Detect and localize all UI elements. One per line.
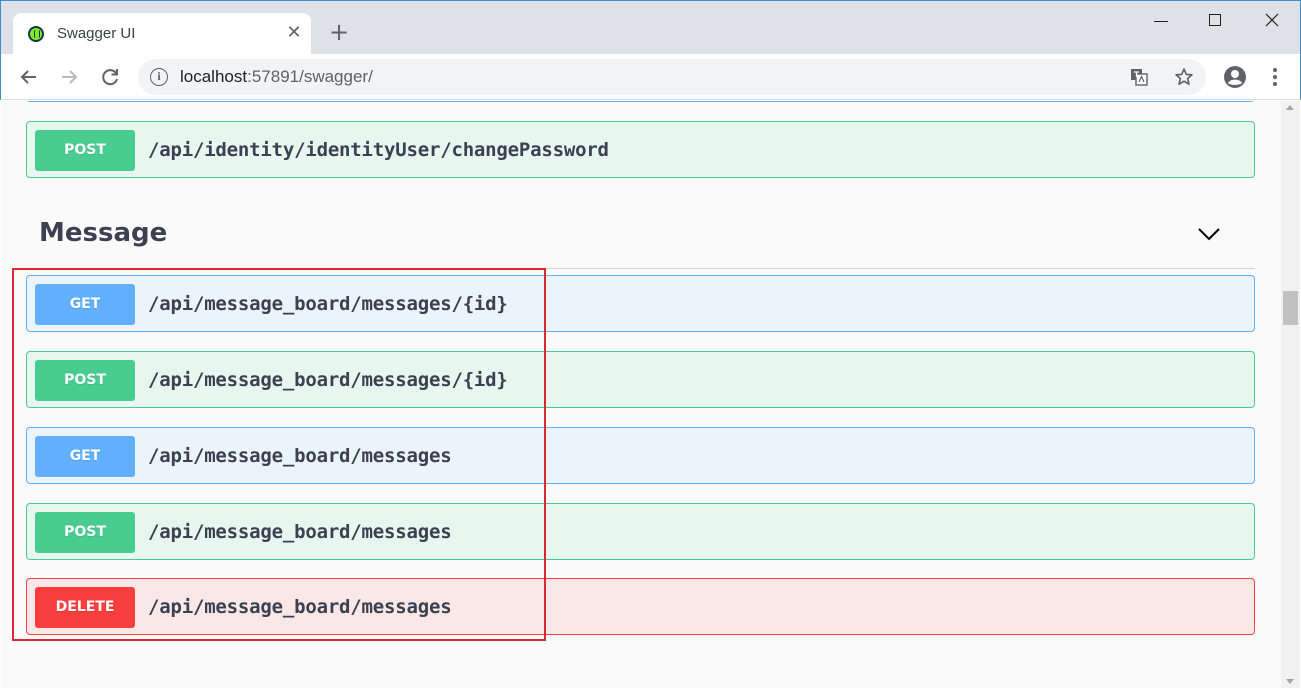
operation-post-messages[interactable]: POST /api/message_board/messages [26, 503, 1255, 560]
operation-delete-messages[interactable]: DELETE /api/message_board/messages [26, 578, 1255, 635]
favicon-icon [28, 26, 44, 42]
menu-icon[interactable] [1261, 63, 1289, 91]
operation-path: /api/message_board/messages/{id} [148, 293, 508, 315]
minimize-icon[interactable] [1138, 7, 1184, 35]
method-badge: POST [35, 130, 135, 171]
method-badge: GET [35, 436, 135, 477]
operation-get-messages[interactable]: GET /api/message_board/messages [26, 427, 1255, 484]
operation-change-password[interactable]: POST /api/identity/identityUser/changePa… [26, 121, 1255, 178]
maximize-icon[interactable] [1192, 7, 1238, 35]
previous-operation-edge [26, 101, 1255, 102]
scroll-down-arrow-icon[interactable] [1286, 679, 1294, 684]
reload-icon[interactable] [96, 63, 124, 91]
bookmark-star-icon[interactable] [1174, 67, 1194, 87]
browser-toolbar: i localhost:57891/swagger/ [0, 54, 1301, 100]
swagger-page: POST /api/identity/identityUser/changePa… [1, 101, 1281, 688]
new-tab-icon[interactable]: + [327, 20, 351, 44]
operation-post-message-by-id[interactable]: POST /api/message_board/messages/{id} [26, 351, 1255, 408]
tag-title: Message [39, 218, 168, 248]
scroll-thumb[interactable] [1283, 291, 1298, 325]
operation-path: /api/identity/identityUser/changePasswor… [148, 139, 609, 161]
tab-title: Swagger UI [57, 25, 136, 42]
operation-path: /api/message_board/messages [148, 521, 452, 543]
operation-path: /api/message_board/messages/{id} [148, 369, 508, 391]
back-icon[interactable] [15, 63, 43, 91]
operation-path: /api/message_board/messages [148, 596, 452, 618]
method-badge: DELETE [35, 587, 135, 628]
method-badge: POST [35, 512, 135, 553]
url-host: localhost [180, 67, 248, 86]
close-icon[interactable]: ✕ [283, 22, 305, 44]
forward-icon[interactable] [55, 63, 83, 91]
translate-icon[interactable] [1130, 68, 1148, 86]
method-badge: POST [35, 360, 135, 401]
operation-get-message-by-id[interactable]: GET /api/message_board/messages/{id} [26, 275, 1255, 332]
window-close-icon[interactable] [1249, 7, 1295, 35]
scroll-up-arrow-icon[interactable] [1286, 105, 1294, 110]
url-path: :57891/swagger/ [247, 67, 373, 86]
address-bar[interactable]: i localhost:57891/swagger/ [138, 59, 1206, 95]
method-badge: GET [35, 284, 135, 325]
url-text: localhost:57891/swagger/ [180, 67, 373, 87]
tab-strip: Swagger UI ✕ + [0, 0, 1301, 55]
browser-tab[interactable]: Swagger UI ✕ [13, 13, 311, 55]
tag-header-message[interactable]: Message [26, 206, 1255, 269]
chevron-down-icon[interactable] [1197, 222, 1221, 246]
profile-icon[interactable] [1221, 63, 1249, 91]
vertical-scrollbar[interactable] [1281, 101, 1300, 688]
site-info-icon[interactable]: i [150, 68, 168, 86]
operation-path: /api/message_board/messages [148, 445, 452, 467]
